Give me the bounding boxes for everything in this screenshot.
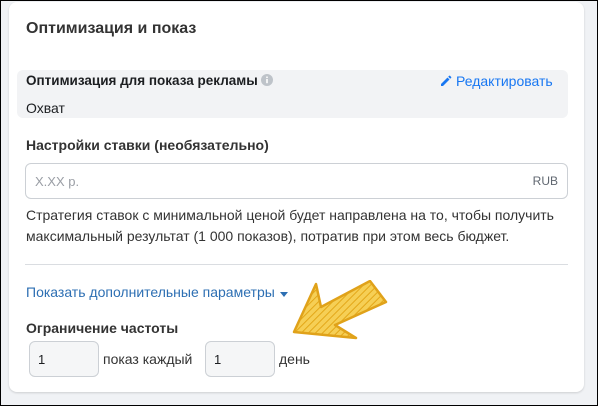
frequency-end-text: день xyxy=(279,351,310,367)
advanced-toggle-label: Показать дополнительные параметры xyxy=(26,284,275,300)
show-advanced-options-link[interactable]: Показать дополнительные параметры xyxy=(26,284,288,300)
bid-strategy-description: Стратегия ставок с минимальной ценой буд… xyxy=(26,207,554,244)
edit-optimization-link[interactable]: Редактировать xyxy=(440,73,553,89)
bid-amount-input[interactable] xyxy=(26,164,525,198)
caret-down-icon xyxy=(279,284,288,300)
frequency-middle-text: показ каждый xyxy=(103,351,193,367)
bid-settings-label: Настройки ставки (необязательно) xyxy=(26,137,269,153)
frequency-cap-label: Ограничение частоты xyxy=(26,320,179,336)
pencil-icon xyxy=(441,75,452,86)
info-icon[interactable] xyxy=(261,73,273,86)
bid-amount-field[interactable]: RUB xyxy=(25,163,568,199)
section-title: Оптимизация и показ xyxy=(26,20,197,37)
days-count-field[interactable] xyxy=(205,341,275,377)
impressions-count-field[interactable] xyxy=(29,341,99,377)
currency-label: RUB xyxy=(532,174,558,188)
days-count-input[interactable] xyxy=(206,342,274,376)
edit-link-label: Редактировать xyxy=(456,73,553,89)
optimization-label: Оптимизация для показа рекламы xyxy=(26,73,258,88)
optimization-value: Охват xyxy=(26,100,65,116)
divider xyxy=(25,264,568,265)
impressions-count-input[interactable] xyxy=(30,342,98,376)
annotation-arrow-icon xyxy=(292,280,388,340)
